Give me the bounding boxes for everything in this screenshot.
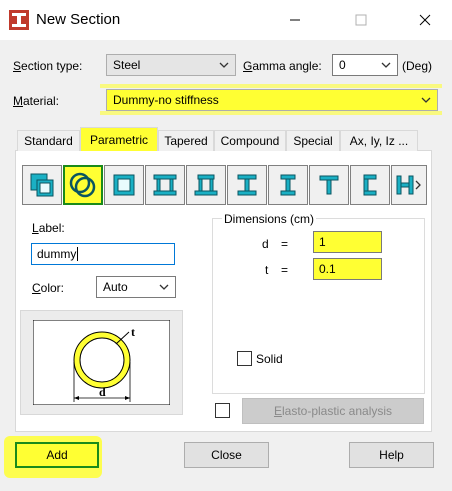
- shape-i-section-tall-button[interactable]: [268, 165, 308, 205]
- material-select[interactable]: Dummy-no stiffness: [106, 89, 438, 111]
- dimensions-title: Dimensions (cm): [222, 212, 317, 226]
- dim-t-eq: =: [281, 263, 289, 277]
- section-type-select[interactable]: Steel: [106, 54, 236, 76]
- close-icon: [419, 14, 431, 26]
- dim-d-name: d: [262, 237, 269, 251]
- more-shapes-icon: [396, 175, 421, 195]
- shape-box-flanged-button[interactable]: [186, 165, 226, 205]
- color-select[interactable]: Auto: [96, 276, 176, 298]
- solid-checkbox[interactable]: [237, 351, 252, 366]
- shape-rect-tube-button[interactable]: [104, 165, 144, 205]
- minimize-button[interactable]: [272, 4, 318, 36]
- chevron-down-icon: [381, 62, 391, 68]
- gamma-angle-unit: (Deg): [402, 59, 433, 73]
- title-bar: New Section: [0, 0, 452, 40]
- text-caret: [77, 247, 79, 261]
- shape-t-section-button[interactable]: [309, 165, 349, 205]
- tab-tapered[interactable]: Tapered: [158, 130, 214, 151]
- highlight-mark: [100, 111, 442, 115]
- minimize-icon: [290, 19, 300, 21]
- i-section-tall-icon: [280, 174, 296, 196]
- gamma-angle-select[interactable]: 0: [332, 54, 398, 76]
- diagram-t-label: t: [131, 325, 135, 339]
- dim-d-input[interactable]: 1: [313, 231, 382, 253]
- dim-t-name: t: [265, 263, 269, 277]
- i-section-icon: [237, 174, 257, 196]
- maximize-icon: [355, 14, 367, 26]
- gamma-angle-label: Gamma angle:: [243, 59, 322, 73]
- t-section-icon: [319, 175, 339, 195]
- color-label: Color:: [32, 281, 65, 295]
- elasto-plastic-button[interactable]: Elasto-plastic analysis: [242, 398, 424, 424]
- label-input-value: dummy: [37, 247, 77, 261]
- shape-channel-button[interactable]: [350, 165, 390, 205]
- add-button[interactable]: Add: [15, 442, 99, 468]
- tab-special[interactable]: Special: [286, 130, 340, 151]
- material-label: Material:: [13, 94, 60, 108]
- chevron-down-icon: [159, 284, 169, 290]
- diagram-d-label: d: [99, 385, 106, 399]
- section-type-value: Steel: [113, 58, 141, 72]
- tab-compound[interactable]: Compound: [214, 130, 286, 151]
- rectangular-tube-icon: [113, 174, 135, 196]
- color-value: Auto: [103, 280, 128, 294]
- window-title: New Section: [36, 11, 121, 28]
- tab-parametric[interactable]: Parametric: [80, 127, 158, 151]
- section-type-label: Section type:: [13, 59, 83, 73]
- material-value: Dummy-no stiffness: [113, 93, 219, 107]
- circular-tube-diagram: t d: [33, 320, 170, 405]
- channel-section-icon: [363, 174, 377, 196]
- i-beam-section-icon: [9, 10, 29, 30]
- label-input[interactable]: dummy: [31, 243, 175, 265]
- tab-standard[interactable]: Standard: [17, 130, 80, 151]
- shape-more-button[interactable]: [391, 165, 427, 205]
- circular-tube-icon: [69, 172, 96, 198]
- box-hollow-square-icon: [30, 173, 54, 197]
- maximize-button[interactable]: [338, 4, 384, 36]
- help-button[interactable]: Help: [349, 442, 434, 468]
- close-window-button[interactable]: [402, 4, 448, 36]
- shape-circular-tube-button[interactable]: [63, 165, 103, 205]
- box-flanged-icon: [194, 174, 218, 196]
- shape-box-double-web-button[interactable]: [145, 165, 185, 205]
- label-field-label: Label:: [32, 221, 65, 235]
- shape-box-hollow-button[interactable]: [22, 165, 62, 205]
- solid-label: Solid: [256, 352, 283, 366]
- highlight-mark: [100, 84, 442, 88]
- chevron-down-icon: [421, 97, 431, 103]
- elasto-checkbox[interactable]: [215, 403, 230, 418]
- shape-i-section-button[interactable]: [227, 165, 267, 205]
- tab-ax-iy-iz[interactable]: Ax, Iy, Iz ...: [340, 130, 418, 151]
- box-double-web-icon: [153, 174, 177, 196]
- close-button[interactable]: Close: [184, 442, 269, 468]
- dim-d-eq: =: [281, 237, 289, 251]
- chevron-down-icon: [219, 62, 229, 68]
- gamma-angle-value: 0: [339, 58, 346, 72]
- dim-t-input[interactable]: 0.1: [313, 258, 382, 280]
